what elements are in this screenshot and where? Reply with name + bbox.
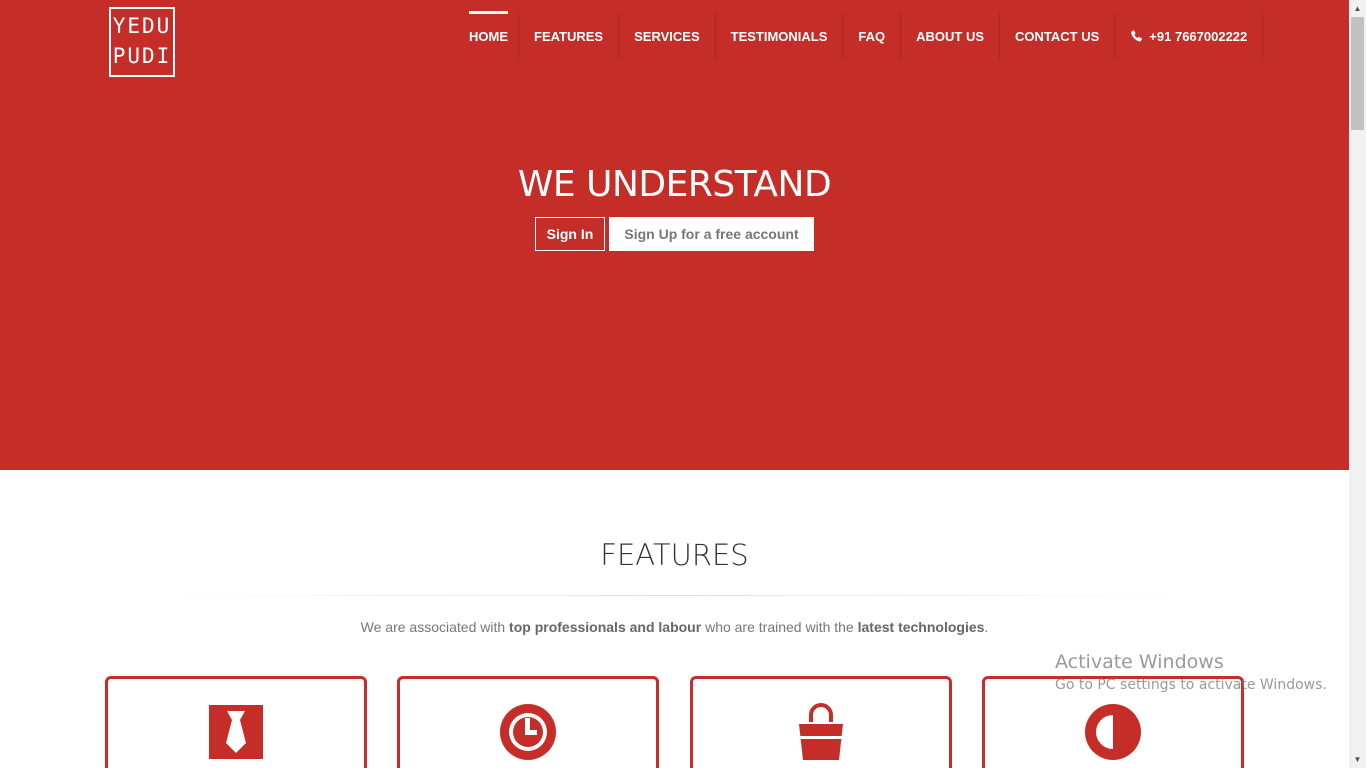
nav-services-label: SERVICES (634, 28, 700, 44)
phone-icon (1130, 29, 1143, 43)
scroll-up-icon[interactable]: ▲ (1349, 0, 1366, 17)
nav-phone-label: +91 7667002222 (1149, 28, 1248, 44)
main-nav: HOME FEATURES SERVICES TESTIMONIALS FAQ … (459, 11, 1264, 60)
hero-section: YEDU PUDI HOME FEATURES SERVICES TESTIMO… (0, 0, 1349, 470)
features-subtitle-highlight-1: top professionals and labour (509, 619, 702, 635)
features-subtitle: We are associated with top professionals… (0, 619, 1349, 635)
shopping-bag-icon (791, 702, 851, 762)
nav-services[interactable]: SERVICES (619, 12, 716, 60)
features-subtitle-highlight-2: latest technologies (857, 619, 985, 635)
sign-in-button[interactable]: Sign In (535, 217, 605, 251)
nav-about-label: ABOUT US (916, 28, 985, 44)
hero-buttons: Sign In Sign Up for a free account (535, 217, 814, 251)
nav-contact-label: CONTACT US (1015, 28, 1100, 44)
page: YEDU PUDI HOME FEATURES SERVICES TESTIMO… (0, 0, 1349, 768)
nav-about-us[interactable]: ABOUT US (901, 12, 1001, 60)
features-subtitle-part-3: . (984, 619, 989, 635)
features-divider (150, 595, 1200, 596)
nav-home-label: HOME (469, 28, 508, 44)
vertical-scrollbar[interactable]: ▲ ▼ (1349, 0, 1366, 768)
logo-line-2: PUDI (112, 44, 172, 68)
features-title: FEATURES (600, 538, 749, 572)
nav-phone[interactable]: +91 7667002222 (1115, 12, 1264, 60)
nav-features-label: FEATURES (534, 28, 604, 44)
nav-faq[interactable]: FAQ (843, 12, 902, 60)
tie-icon (206, 702, 266, 762)
nav-contact-us[interactable]: CONTACT US (1000, 12, 1116, 60)
logo-line-1: YEDU (112, 14, 172, 38)
feature-card-professionals[interactable] (105, 676, 367, 768)
scroll-thumb[interactable] (1351, 17, 1364, 130)
nav-home[interactable]: HOME (459, 11, 519, 60)
nav-faq-label: FAQ (858, 28, 886, 44)
sign-up-button[interactable]: Sign Up for a free account (609, 217, 814, 251)
nav-testimonials[interactable]: TESTIMONIALS (716, 12, 844, 60)
nav-testimonials-label: TESTIMONIALS (730, 28, 828, 44)
site-logo[interactable]: YEDU PUDI (109, 7, 175, 77)
clock-icon (498, 702, 558, 762)
nav-features[interactable]: FEATURES (519, 12, 620, 60)
features-subtitle-part-1: We are associated with (360, 619, 510, 635)
contrast-icon (1083, 702, 1143, 762)
feature-card-time[interactable] (397, 676, 659, 768)
scroll-down-icon[interactable]: ▼ (1349, 751, 1366, 768)
feature-card-contrast[interactable] (982, 676, 1244, 768)
feature-card-shopping[interactable] (690, 676, 952, 768)
hero-title: WE UNDERSTAND (517, 164, 832, 205)
features-subtitle-part-2: who are trained with the (701, 619, 858, 635)
